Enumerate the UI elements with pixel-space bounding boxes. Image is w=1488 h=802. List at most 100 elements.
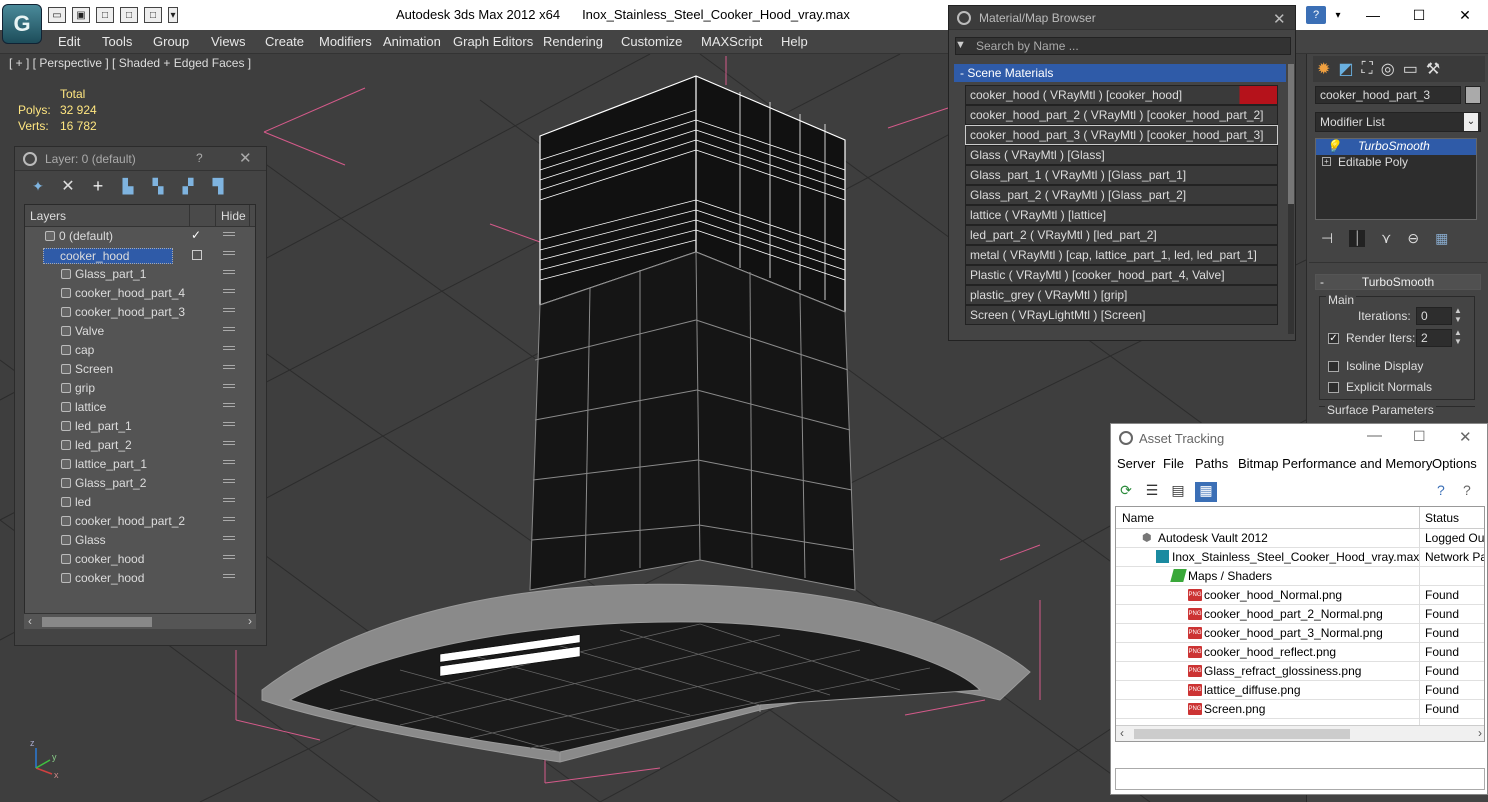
material-scrollbar[interactable] xyxy=(1288,64,1294,334)
menu-tools[interactable]: Tools xyxy=(102,34,132,49)
utilities-tab-icon[interactable]: ⚒ xyxy=(1426,59,1440,79)
hide-toggle[interactable] xyxy=(223,308,235,312)
asset-row[interactable]: PNG cooker_hood_part_2_Normal.png Found xyxy=(1116,605,1484,624)
material-scroll-thumb[interactable] xyxy=(1288,64,1294,204)
menu-views[interactable]: Views xyxy=(211,34,245,49)
asset-row[interactable]: Inox_Stainless_Steel_Cooker_Hood_vray.ma… xyxy=(1116,548,1484,567)
close-icon[interactable]: ✕ xyxy=(1459,428,1472,446)
search-options-icon[interactable]: ▼ xyxy=(955,39,966,51)
hierarchy-tab-icon[interactable]: ⛶ xyxy=(1362,60,1373,78)
scroll-thumb[interactable] xyxy=(42,617,152,627)
iterations-spinner[interactable]: 0 xyxy=(1416,307,1452,325)
modifier-list-dropdown[interactable]: Modifier List ⌄ xyxy=(1315,112,1481,132)
object-name-field[interactable]: cooker_hood_part_3 xyxy=(1315,86,1461,104)
asset-row[interactable]: PNG cooker_hood_reflect.png Found xyxy=(1116,643,1484,662)
asset-row[interactable]: ⬢ Autodesk Vault 2012 Logged Out xyxy=(1116,529,1484,548)
hide-toggle[interactable] xyxy=(223,536,235,540)
menu-edit[interactable]: Edit xyxy=(58,34,80,49)
make-current-icon[interactable] xyxy=(192,250,202,260)
material-row[interactable]: cooker_hood_part_2 ( VRayMtl ) [cooker_h… xyxy=(965,105,1278,125)
menu-customize[interactable]: Customize xyxy=(621,34,682,49)
render-iters-checkbox[interactable]: ✓ xyxy=(1328,333,1339,344)
menu-server[interactable]: Server xyxy=(1117,456,1155,471)
material-search-input[interactable]: Search by Name ... xyxy=(955,37,1291,55)
make-unique-icon[interactable]: ⋎ xyxy=(1381,230,1391,247)
hide-toggle[interactable] xyxy=(223,517,235,521)
expand-plus-icon[interactable]: + xyxy=(1322,157,1331,166)
menu-create[interactable]: Create xyxy=(265,34,304,49)
layer-row[interactable]: cooker_hood_part_2 xyxy=(25,512,255,531)
close-icon[interactable]: ✕ xyxy=(1442,0,1488,30)
material-row[interactable]: metal ( VRayMtl ) [cap, lattice_part_1, … xyxy=(965,245,1278,265)
layer-row[interactable]: led_part_2 xyxy=(25,436,255,455)
menu-animation[interactable]: Animation xyxy=(383,34,441,49)
hide-toggle[interactable] xyxy=(223,251,235,255)
hide-toggle[interactable] xyxy=(223,574,235,578)
layer-row[interactable]: led_part_1 xyxy=(25,417,255,436)
layer-row[interactable]: Screen xyxy=(25,360,255,379)
layer-horizontal-scrollbar[interactable]: ‹ › xyxy=(24,613,256,629)
scene-materials-group[interactable]: - Scene Materials xyxy=(954,64,1286,82)
hide-toggle[interactable] xyxy=(223,403,235,407)
layer-row[interactable]: cooker_hood xyxy=(25,569,255,588)
list-view-icon[interactable]: ☰ xyxy=(1143,482,1161,500)
menu-maxscript[interactable]: MAXScript xyxy=(701,34,762,49)
iterations-spinner-arrows[interactable]: ▲ ▼ xyxy=(1454,306,1462,324)
render-iters-spinner-arrows[interactable]: ▲ ▼ xyxy=(1454,328,1462,346)
render-iters-spinner[interactable]: 2 xyxy=(1416,329,1452,347)
layer-row[interactable]: grip xyxy=(25,379,255,398)
col-status[interactable]: Status xyxy=(1425,511,1459,525)
asset-row[interactable]: PNG Screen.png Found xyxy=(1116,700,1484,719)
material-row[interactable]: cooker_hood ( VRayMtl ) [cooker_hood] xyxy=(965,85,1278,105)
layer-row[interactable]: 0 (default) ✓ xyxy=(25,227,255,246)
hide-toggle[interactable] xyxy=(223,270,235,274)
menu-file[interactable]: File xyxy=(1163,456,1184,471)
hide-toggle[interactable] xyxy=(223,327,235,331)
project-folder-icon[interactable]: □ xyxy=(144,7,162,23)
redo-icon[interactable]: □ xyxy=(120,7,138,23)
hide-toggle[interactable] xyxy=(223,289,235,293)
hide-toggle[interactable] xyxy=(223,498,235,502)
layer-row[interactable]: Glass xyxy=(25,531,255,550)
hide-toggle[interactable] xyxy=(223,422,235,426)
material-row[interactable]: Glass ( VRayMtl ) [Glass] xyxy=(965,145,1278,165)
layer-row[interactable]: lattice xyxy=(25,398,255,417)
hide-all-icon[interactable]: ▞ xyxy=(179,177,197,195)
menu-graph-editors[interactable]: Graph Editors xyxy=(453,34,533,49)
refresh-icon[interactable]: ⟳ xyxy=(1117,482,1135,500)
hide-toggle[interactable] xyxy=(223,346,235,350)
stack-item-editable-poly[interactable]: + Editable Poly xyxy=(1316,155,1476,171)
open-file-icon[interactable]: ▭ xyxy=(48,7,66,23)
freeze-all-icon[interactable]: ▜ xyxy=(209,177,227,195)
layer-row[interactable]: Glass_part_2 xyxy=(25,474,255,493)
material-row[interactable]: Glass_part_1 ( VRayMtl ) [Glass_part_1] xyxy=(965,165,1278,185)
material-row[interactable]: Screen ( VRayLightMtl ) [Screen] xyxy=(965,305,1278,325)
layer-panel-header[interactable]: Layer: 0 (default) ? ✕ xyxy=(15,147,266,171)
undo-icon[interactable]: □ xyxy=(96,7,114,23)
dropdown-arrow-icon[interactable]: ▾ xyxy=(168,7,178,23)
minimize-icon[interactable]: — xyxy=(1367,427,1382,444)
hide-toggle[interactable] xyxy=(223,384,235,388)
save-file-icon[interactable]: ▣ xyxy=(72,7,90,23)
add-to-layer-icon[interactable]: + xyxy=(89,176,107,196)
table-view-icon[interactable]: ▦ xyxy=(1195,482,1217,502)
minimize-icon[interactable]: — xyxy=(1350,0,1396,30)
maximize-icon[interactable]: ☐ xyxy=(1413,428,1426,445)
modify-tab-icon[interactable]: ◩ xyxy=(1338,59,1353,79)
col-name[interactable]: Name xyxy=(1122,511,1154,525)
col-layers[interactable]: Layers xyxy=(25,205,190,226)
thumbnail-view-icon[interactable]: ▤ xyxy=(1169,482,1187,500)
hide-toggle[interactable] xyxy=(223,365,235,369)
material-row[interactable]: lattice ( VRayMtl ) [lattice] xyxy=(965,205,1278,225)
layer-row[interactable]: cooker_hood xyxy=(25,246,255,265)
scroll-left-icon[interactable]: ‹ xyxy=(28,614,32,628)
turbosmooth-rollout-header[interactable]: - TurboSmooth xyxy=(1315,274,1481,290)
viewport-label[interactable]: [ + ] [ Perspective ] [ Shaded + Edged F… xyxy=(9,56,251,70)
motion-tab-icon[interactable]: ◎ xyxy=(1381,59,1395,79)
layer-close-icon[interactable]: ✕ xyxy=(239,149,252,167)
remove-modifier-icon[interactable]: ⊖ xyxy=(1407,230,1419,247)
menu-group[interactable]: Group xyxy=(153,34,189,49)
select-objects-icon[interactable]: ▙ xyxy=(119,177,137,195)
material-browser-header[interactable]: Material/Map Browser ✕ xyxy=(949,6,1295,30)
display-tab-icon[interactable]: ▭ xyxy=(1403,59,1418,79)
